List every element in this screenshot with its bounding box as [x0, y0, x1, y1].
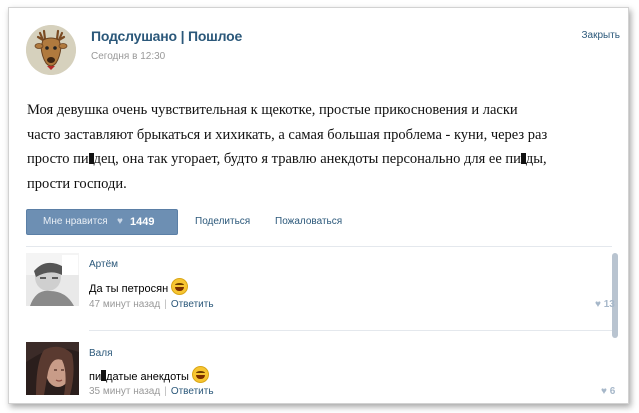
divider	[89, 330, 612, 331]
comment-like-count: 6	[609, 386, 616, 397]
post-text-line: Моя девушка очень чувствительная к щекот…	[27, 102, 518, 118]
post-text-fragment: просто пи	[27, 151, 89, 167]
like-button[interactable]: Мне нравится ♥ 1449	[26, 209, 178, 235]
comment-like-button[interactable]: ♥ 6	[601, 386, 615, 397]
reply-link[interactable]: Ответить	[171, 386, 214, 397]
user-photo-icon	[26, 253, 79, 306]
comment-avatar[interactable]	[26, 342, 79, 395]
comment-time[interactable]: 47 минут назад	[89, 299, 160, 310]
post-text-fragment: дец, она так угорает, будто я травлю ане…	[93, 151, 521, 167]
post-text: Моя девушка очень чувствительная к щекот…	[27, 98, 622, 196]
comment-like-button[interactable]: ♥ 13	[595, 299, 615, 310]
comment-text: Да ты петросян	[89, 278, 189, 295]
heart-icon: ♥	[595, 299, 601, 310]
post-window: Подслушано | Пошлое Сегодня в 12:30 Закр…	[8, 7, 629, 404]
like-button-label: Мне нравится	[43, 216, 108, 227]
reply-link[interactable]: Ответить	[171, 299, 214, 310]
group-avatar[interactable]	[26, 25, 76, 75]
separator: |	[164, 386, 167, 397]
comment-time[interactable]: 35 минут назад	[89, 386, 160, 397]
comment-text-fragment: датые анекдоты	[106, 371, 189, 383]
post-text-line: просто пи дец, она так угорает, будто я т…	[27, 147, 622, 172]
comment-meta: 47 минут назад | Ответить	[89, 299, 214, 310]
separator: |	[164, 299, 167, 310]
group-title[interactable]: Подслушано | Пошлое	[91, 28, 242, 44]
share-link[interactable]: Поделиться	[195, 216, 250, 227]
comment-like-count: 13	[603, 299, 615, 310]
comment-text-fragment: пи	[89, 371, 102, 383]
post-text-line: прости господи.	[27, 175, 127, 192]
post-time[interactable]: Сегодня в 12:30	[91, 51, 165, 62]
comment-text-content: Да ты петросян	[89, 283, 169, 295]
heart-icon: ♥	[601, 386, 607, 397]
comment-author[interactable]: Артём	[89, 259, 118, 270]
post-text-fragment: ды,	[525, 151, 547, 167]
deer-logo-icon	[26, 25, 76, 75]
laughing-emoji-icon	[171, 278, 189, 295]
comment-author[interactable]: Валя	[89, 348, 112, 359]
laughing-emoji-icon	[191, 366, 209, 383]
close-link[interactable]: Закрыть	[581, 30, 620, 41]
comment-meta: 35 минут назад | Ответить	[89, 386, 214, 397]
like-count: 1449	[130, 216, 155, 228]
user-photo-icon	[26, 342, 79, 395]
report-link[interactable]: Пожаловаться	[275, 216, 342, 227]
scrollbar[interactable]	[612, 253, 618, 338]
comment-avatar[interactable]	[26, 253, 79, 306]
comment-text: пи датые анекдоты	[89, 366, 209, 383]
divider	[26, 246, 612, 247]
post-text-line: часто заставляют брыкаться и хихикать, а…	[27, 126, 548, 143]
heart-icon: ♥	[117, 216, 123, 227]
